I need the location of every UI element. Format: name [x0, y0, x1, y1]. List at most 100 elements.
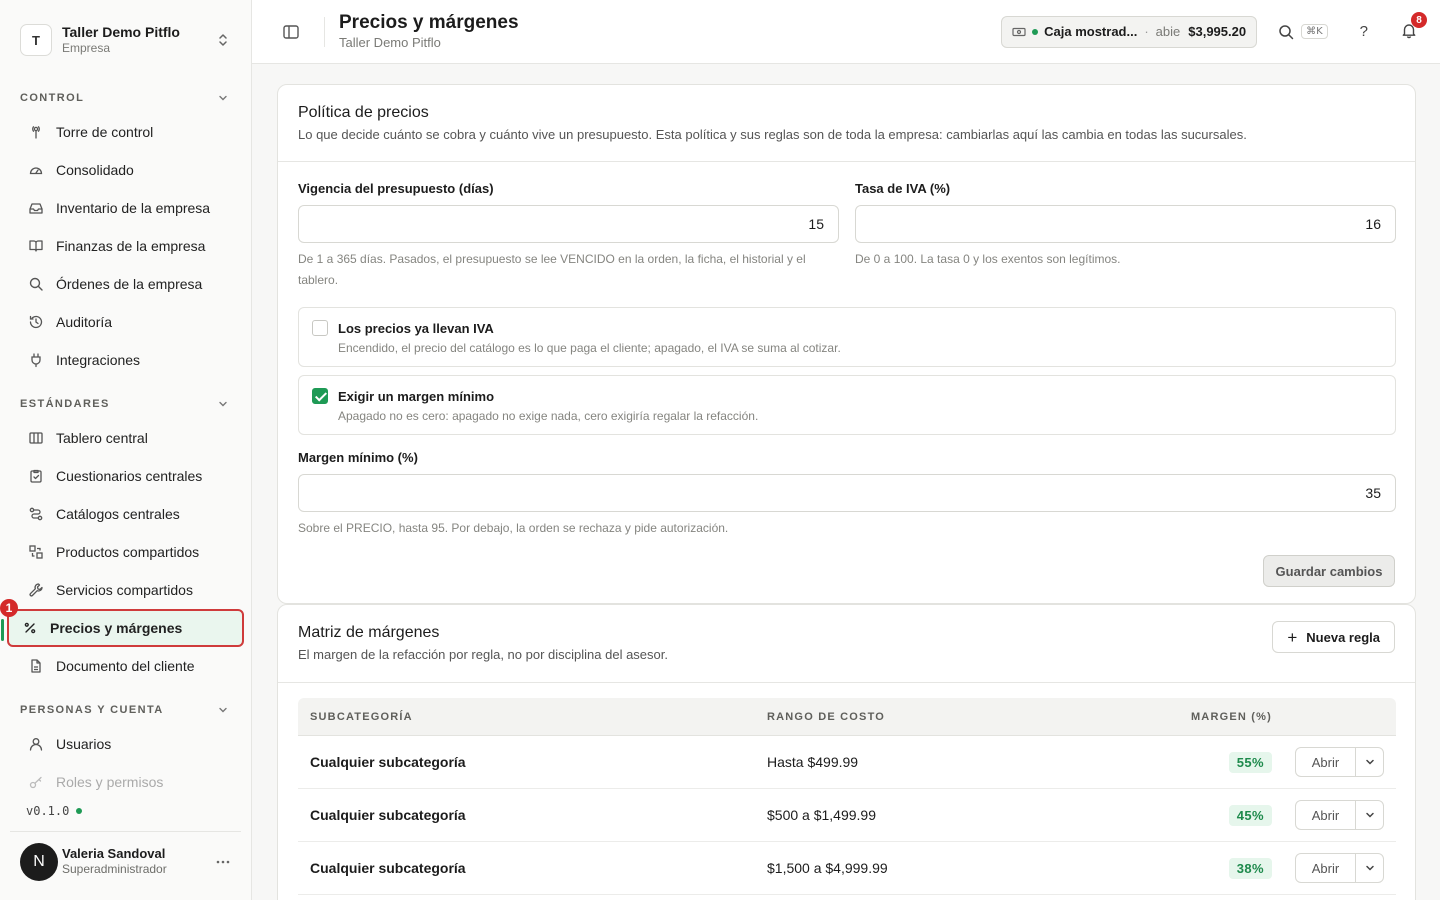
pricing-policy-card: Política de precios Lo que decide cuánto… — [277, 84, 1416, 604]
sidebar-item-consolidado[interactable]: Consolidado — [8, 151, 243, 189]
open-button[interactable]: Abrir — [1296, 854, 1356, 882]
banknote-icon — [1012, 27, 1026, 36]
iva-help: De 0 a 100. La tasa 0 y los exentos son … — [855, 252, 1121, 266]
sidebar-item-label: Integraciones — [56, 352, 141, 368]
sidebar-item-label: Cuestionarios centrales — [56, 468, 203, 484]
sidebar-item-cuestionarios[interactable]: Cuestionarios centrales — [8, 457, 243, 495]
sidebar-item-auditoria[interactable]: Auditoría — [8, 303, 243, 341]
margin-matrix-card: Matriz de márgenes El margen de la refac… — [277, 604, 1416, 900]
sidebar-item-label: Consolidado — [56, 162, 134, 178]
cash-register-state: abie — [1155, 24, 1181, 39]
sidebar-item-ordenes[interactable]: Órdenes de la empresa — [8, 265, 243, 303]
section-header-control[interactable]: CONTROL — [0, 88, 251, 108]
sidebar-item-label: Servicios compartidos — [56, 582, 193, 598]
sidebar-item-precios-margenes[interactable]: 1 Precios y márgenes — [0, 599, 244, 647]
require-min-margin-checkbox[interactable] — [312, 388, 328, 404]
range-cell: Hasta $499.99 — [767, 754, 859, 770]
iva-label: Tasa de IVA (%) — [855, 181, 951, 196]
book-icon — [29, 240, 43, 252]
validity-input[interactable]: 15 — [298, 205, 839, 243]
inbox-icon — [29, 203, 43, 214]
sidebar-item-torre-de-control[interactable]: Torre de control — [8, 113, 243, 151]
file-icon — [31, 659, 41, 673]
card-description: Lo que decide cuánto se cobra y cuánto v… — [298, 127, 1247, 142]
row-menu-button[interactable] — [1356, 748, 1383, 776]
prices-include-iva-checkbox[interactable] — [312, 320, 328, 336]
row-actions: Abrir — [1295, 747, 1384, 777]
sidebar-item-label: Documento del cliente — [56, 658, 195, 674]
card-description: El margen de la refacción por regla, no … — [298, 647, 668, 662]
sidebar-item-tablero-central[interactable]: Tablero central — [8, 419, 243, 457]
sidebar-item-label: Órdenes de la empresa — [56, 276, 203, 292]
sidebar-item-finanzas[interactable]: Finanzas de la empresa — [8, 227, 243, 265]
route-icon — [29, 507, 43, 521]
chevron-down-icon — [1365, 865, 1374, 871]
history-icon — [29, 315, 43, 329]
workspace-switcher[interactable]: T Taller Demo Pitflo Empresa — [0, 0, 251, 62]
table-row: Cualquier subcategoría $1,500 a $4,999.9… — [298, 842, 1396, 895]
sidebar-item-usuarios[interactable]: Usuarios — [8, 725, 243, 763]
section-header-personas[interactable]: PERSONAS Y CUENTA — [0, 700, 251, 720]
cash-register-name: Caja mostrad... — [1044, 24, 1138, 39]
min-margin-help: Sobre el PRECIO, hasta 95. Por debajo, l… — [298, 521, 729, 535]
help-button[interactable]: ? — [1360, 23, 1368, 40]
open-button[interactable]: Abrir — [1296, 748, 1356, 776]
sidebar-item-label: Inventario de la empresa — [56, 200, 211, 216]
sidebar-item-productos[interactable]: Productos compartidos — [8, 533, 243, 571]
row-menu-button[interactable] — [1356, 801, 1383, 829]
workspace-type: Empresa — [62, 41, 111, 55]
card-title: Matriz de márgenes — [298, 624, 440, 641]
row-menu-button[interactable] — [1356, 854, 1383, 882]
sidebar-item-label: Tablero central — [56, 430, 148, 446]
more-horizontal-icon[interactable] — [215, 854, 231, 870]
sidebar-item-documento-cliente[interactable]: Documento del cliente — [8, 647, 243, 685]
sidebar-item-servicios[interactable]: Servicios compartidos — [8, 571, 243, 609]
button-label: Nueva regla — [1306, 629, 1380, 645]
column-header: RANGO DE COSTO — [767, 710, 886, 723]
user-name: Valeria Sandoval — [62, 846, 166, 861]
tower-icon — [32, 126, 40, 139]
validity-help: De 1 a 365 días. Pasados, el presupuesto… — [298, 252, 806, 287]
page-title: Precios y márgenes — [339, 12, 519, 33]
margin-rules-table: SUBCATEGORÍA RANGO DE COSTO MARGEN (%) C… — [298, 698, 1396, 895]
chevron-down-icon — [1365, 759, 1374, 765]
validity-label: Vigencia del presupuesto (días) — [298, 181, 494, 196]
save-button[interactable]: Guardar cambios — [1263, 555, 1395, 587]
require-min-margin-option[interactable]: Exigir un margen mínimo Apagado no es ce… — [298, 375, 1396, 435]
sidebar-item-catalogos[interactable]: Catálogos centrales — [8, 495, 243, 533]
search-icon — [29, 277, 43, 291]
sidebar-item-integraciones[interactable]: Integraciones — [8, 341, 243, 379]
sidebar: T Taller Demo Pitflo Empresa CONTROL Tor… — [0, 0, 252, 900]
sidebar-toggle-icon[interactable] — [282, 23, 300, 41]
user-menu[interactable]: N Valeria Sandoval Superadministrador — [10, 831, 241, 891]
open-button[interactable]: Abrir — [1296, 801, 1356, 829]
option-description: Encendido, el precio del catálogo es lo … — [338, 341, 841, 355]
sidebar-item-roles[interactable]: Roles y permisos — [8, 763, 243, 801]
cash-register-amount: $3,995.20 — [1188, 24, 1247, 39]
chevron-down-icon — [1365, 812, 1374, 818]
workspace-avatar: T — [20, 24, 52, 56]
option-title: Exigir un margen mínimo — [338, 389, 495, 404]
min-margin-label: Margen mínimo (%) — [298, 450, 418, 465]
sidebar-item-label: Roles y permisos — [56, 774, 164, 790]
app-version: v0.1.0 — [26, 804, 83, 818]
row-actions: Abrir — [1295, 853, 1384, 883]
prices-include-iva-option[interactable]: Los precios ya llevan IVA Encendido, el … — [298, 307, 1396, 367]
iva-input[interactable]: 16 — [855, 205, 1396, 243]
min-margin-input[interactable]: 35 — [298, 474, 1396, 512]
search-button[interactable]: ⌘K — [1277, 23, 1328, 41]
separator: · — [1144, 24, 1149, 39]
sidebar-item-inventario[interactable]: Inventario de la empresa — [8, 189, 243, 227]
section-title: ESTÁNDARES — [20, 398, 110, 410]
plug-icon — [31, 353, 41, 368]
divider — [324, 16, 325, 47]
user-icon — [29, 738, 43, 751]
range-cell: $500 a $1,499.99 — [767, 807, 876, 823]
notifications-button[interactable]: 8 — [1400, 12, 1427, 42]
cash-register-button[interactable]: Caja mostrad... · abie $3,995.20 — [1001, 15, 1258, 48]
new-rule-button[interactable]: + Nueva regla — [1272, 621, 1395, 653]
status-dot — [76, 808, 83, 814]
section-header-estandares[interactable]: ESTÁNDARES — [0, 394, 251, 414]
topbar: Precios y márgenes Taller Demo Pitflo Ca… — [252, 0, 1440, 64]
key-icon — [29, 776, 42, 789]
